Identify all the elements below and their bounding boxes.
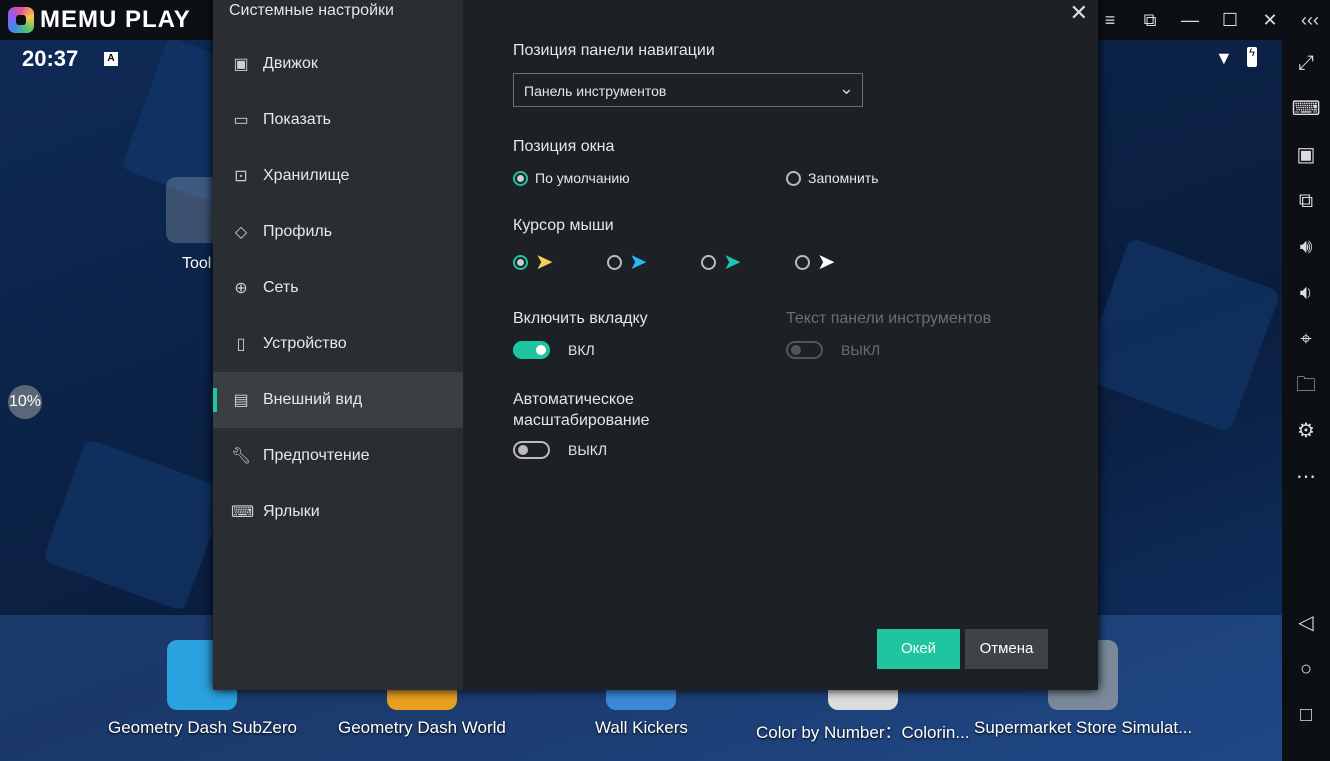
nav-position-select[interactable]: Панель инструментов ⌄ [513, 73, 863, 107]
cursor-blue[interactable]: ➤ [607, 251, 647, 273]
location-icon[interactable]: ⌖ [1282, 316, 1330, 362]
settings-sidebar: Системные настройки ▣ Движок ▭ Показать ⊡ Х… [213, 0, 463, 690]
phone-icon: ▯ [236, 336, 246, 353]
autoscale-label: Автоматическое масштабирование [513, 391, 650, 429]
cursor-blue-icon: ➤ [629, 249, 648, 274]
nav-position-label: Позиция панели навигации [513, 42, 715, 59]
notification-icon: A [104, 52, 118, 66]
recents-icon[interactable]: □ [1282, 692, 1330, 738]
close-dialog-icon[interactable]: ✕ [1070, 0, 1088, 26]
window-icon: ▤ [233, 392, 249, 409]
folder-icon[interactable]: 🗀 [1282, 362, 1330, 408]
progress-badge: 10% [8, 385, 42, 419]
cursor-yellow[interactable]: ➤ [513, 251, 553, 273]
settings-icon[interactable]: ⚙ [1282, 408, 1330, 454]
toolbar-text-toggle: ВЫКЛ [786, 341, 880, 359]
cursor-teal-icon: ➤ [723, 249, 742, 274]
apk-icon[interactable]: ▣ [1282, 132, 1330, 178]
cursor-yellow-icon: ➤ [535, 249, 554, 274]
nav-engine[interactable]: ▣ Движок [213, 36, 463, 92]
maximize-button[interactable]: ☐ [1210, 10, 1250, 31]
close-window-button[interactable]: ✕ [1250, 10, 1290, 31]
radio-default[interactable]: По умолчанию [513, 170, 630, 186]
nav-network[interactable]: ⊕ Сеть [213, 260, 463, 316]
minimize-button[interactable]: — [1170, 10, 1210, 31]
chevron-down-icon: ⌄ [838, 78, 854, 98]
fullscreen-icon[interactable]: ⤢ [1282, 40, 1330, 86]
more-icon[interactable]: ⋯ [1282, 454, 1330, 500]
save-icon: ⊡ [234, 168, 248, 185]
enable-tab-toggle[interactable]: ВКЛ [513, 341, 595, 359]
restore-icon[interactable]: ⧉ [1130, 10, 1170, 31]
radio-remember[interactable]: Запомнить [786, 170, 879, 186]
nav-display[interactable]: ▭ Показать [213, 92, 463, 148]
nav-storage[interactable]: ⊡ Хранилище [213, 148, 463, 204]
chip-icon: ▣ [233, 56, 249, 73]
memu-logo: MEMU PLAY [8, 6, 191, 34]
nav-shortcuts[interactable]: ⌨ Ярлыки [213, 484, 463, 540]
volume-up-icon[interactable]: 🔊︎ [1282, 224, 1330, 270]
cursor-white-icon: ➤ [817, 249, 836, 274]
collapse-sidebar-icon[interactable]: ‹‹‹ [1290, 10, 1330, 31]
back-icon[interactable]: ◁ [1282, 600, 1330, 646]
keyboard-icon: ⌨ [231, 504, 255, 521]
nav-device[interactable]: ▯ Устройство [213, 316, 463, 372]
globe-icon: ⊕ [234, 280, 248, 297]
nav-preference[interactable]: 🔧︎ Предпочтение [213, 428, 463, 484]
home-icon[interactable]: ○ [1282, 646, 1330, 692]
volume-down-icon[interactable]: 🔉︎ [1282, 270, 1330, 316]
keyboard-icon[interactable]: ⌨ [1282, 86, 1330, 132]
folder-label: Tool [182, 255, 212, 272]
dialog-title: Системные настройки [229, 2, 394, 19]
tag-icon: ◇ [234, 224, 248, 241]
nav-profile[interactable]: ◇ Профиль [213, 204, 463, 260]
toolbar-text-label: Текст панели инструментов [786, 310, 992, 327]
settings-dialog: Системные настройки ▣ Движок ▭ Показать ⊡ Х… [213, 0, 1098, 690]
cancel-button[interactable]: Отмена [965, 629, 1048, 669]
multi-window-icon[interactable]: ⧉ [1282, 178, 1330, 224]
enable-tab-label: Включить вкладку [513, 310, 648, 327]
wrench-icon: 🔧︎ [231, 448, 252, 465]
cursor-label: Курсор мыши [513, 217, 614, 234]
window-position-label: Позиция окна [513, 138, 615, 155]
wifi-icon: ▼ [1215, 48, 1233, 68]
autoscale-toggle[interactable]: ВЫКЛ [513, 441, 607, 459]
nav-appearance[interactable]: ▤ Внешний вид [213, 372, 463, 428]
cursor-teal[interactable]: ➤ [701, 251, 741, 273]
clock: 20:37 [22, 46, 79, 71]
battery-icon: ϟ [1247, 47, 1257, 67]
monitor-icon: ▭ [233, 112, 249, 129]
cursor-white[interactable]: ➤ [795, 251, 835, 273]
ok-button[interactable]: Окей [877, 629, 960, 669]
right-toolbar: ⤢ ⌨ ▣ ⧉ 🔊︎ 🔉︎ ⌖ 🗀 ⚙ ⋯ ◁ ○ □ [1282, 40, 1330, 761]
